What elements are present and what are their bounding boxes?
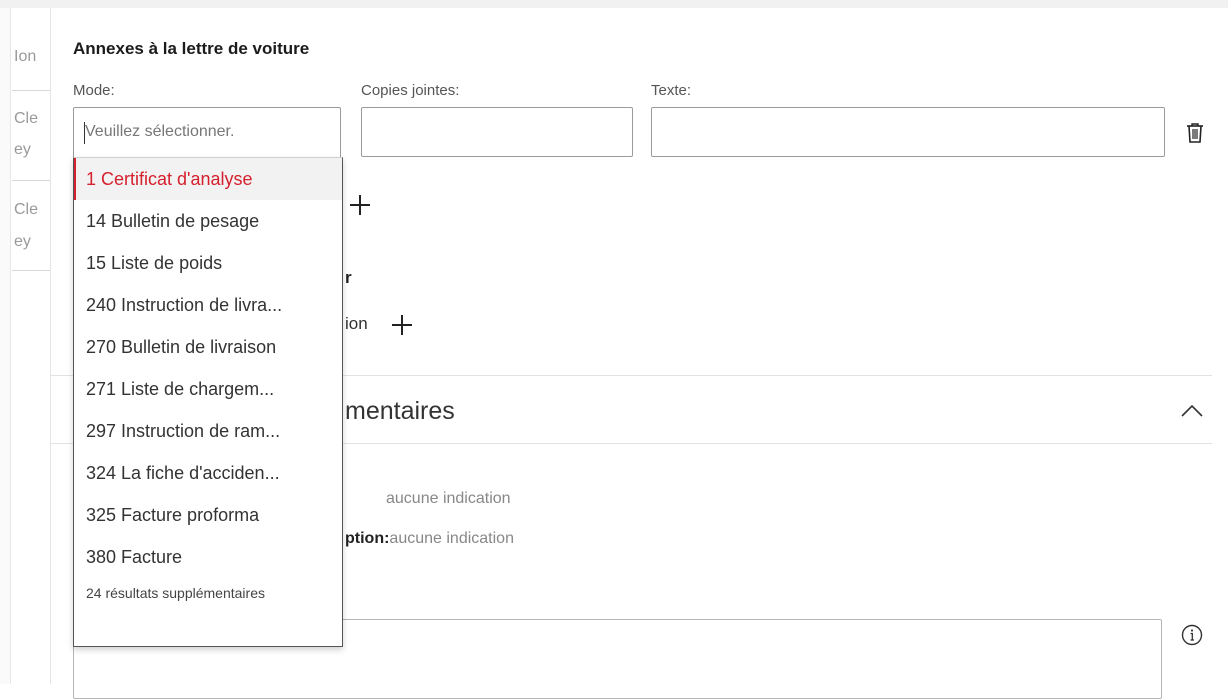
detail-value: aucune indication	[386, 490, 511, 507]
dropdown-option[interactable]: 270 Bulletin de livraison	[74, 326, 342, 368]
text-caret	[84, 122, 85, 144]
add-plus-icon[interactable]	[392, 315, 412, 335]
copies-input[interactable]	[361, 107, 633, 157]
mode-select-input[interactable]: Veuillez sélectionner.	[73, 107, 341, 157]
add-annex-plus-icon[interactable]	[350, 195, 370, 215]
copies-label: Copies jointes:	[361, 82, 460, 99]
info-icon[interactable]	[1181, 624, 1203, 646]
dropdown-option[interactable]: 297 Instruction de ram...	[74, 410, 342, 452]
divider	[12, 180, 50, 181]
texte-label: Texte:	[651, 82, 692, 99]
detail-label-fragment: ption:	[345, 530, 390, 547]
dropdown-option[interactable]: 271 Liste de chargem...	[74, 368, 342, 410]
texte-input[interactable]	[651, 107, 1165, 157]
left-fragment: Ion	[14, 48, 37, 65]
detail-value: aucune indication	[389, 530, 514, 547]
section-title-annexes: Annexes à la lettre de voiture	[73, 39, 310, 58]
window-top-bar	[0, 0, 1228, 8]
left-fragment: ey	[14, 233, 31, 250]
mode-label: Mode:	[73, 82, 115, 99]
divider	[12, 270, 50, 271]
mode-placeholder: Veuillez sélectionner.	[85, 123, 235, 140]
section-header-fragment: mentaires	[345, 397, 455, 425]
dropdown-option[interactable]: 380 Facture	[74, 536, 342, 578]
left-fragment: ey	[14, 141, 31, 158]
dropdown-option[interactable]: 324 La fiche d'acciden...	[74, 452, 342, 494]
chevron-up-icon[interactable]	[1180, 403, 1204, 417]
more-results-note: 24 résultats supplémentaires	[86, 585, 265, 601]
trash-icon[interactable]	[1185, 122, 1205, 144]
left-fragment: Cle	[14, 201, 38, 218]
section-title-fragment: r	[345, 268, 352, 287]
mode-dropdown-list[interactable]: 1 Certificat d'analyse 14 Bulletin de pe…	[73, 157, 343, 647]
dropdown-option[interactable]: 15 Liste de poids	[74, 242, 342, 284]
dropdown-option[interactable]: 1 Certificat d'analyse	[74, 158, 342, 200]
detail-row-2: ption:aucune indication	[345, 530, 514, 548]
dropdown-option[interactable]: 14 Bulletin de pesage	[74, 200, 342, 242]
dropdown-option[interactable]: 325 Facture proforma	[74, 494, 342, 536]
left-fragment: Cle	[14, 110, 38, 127]
divider	[12, 90, 50, 91]
dropdown-option[interactable]: 240 Instruction de livra...	[74, 284, 342, 326]
add-link-fragment[interactable]: ion	[345, 314, 368, 334]
